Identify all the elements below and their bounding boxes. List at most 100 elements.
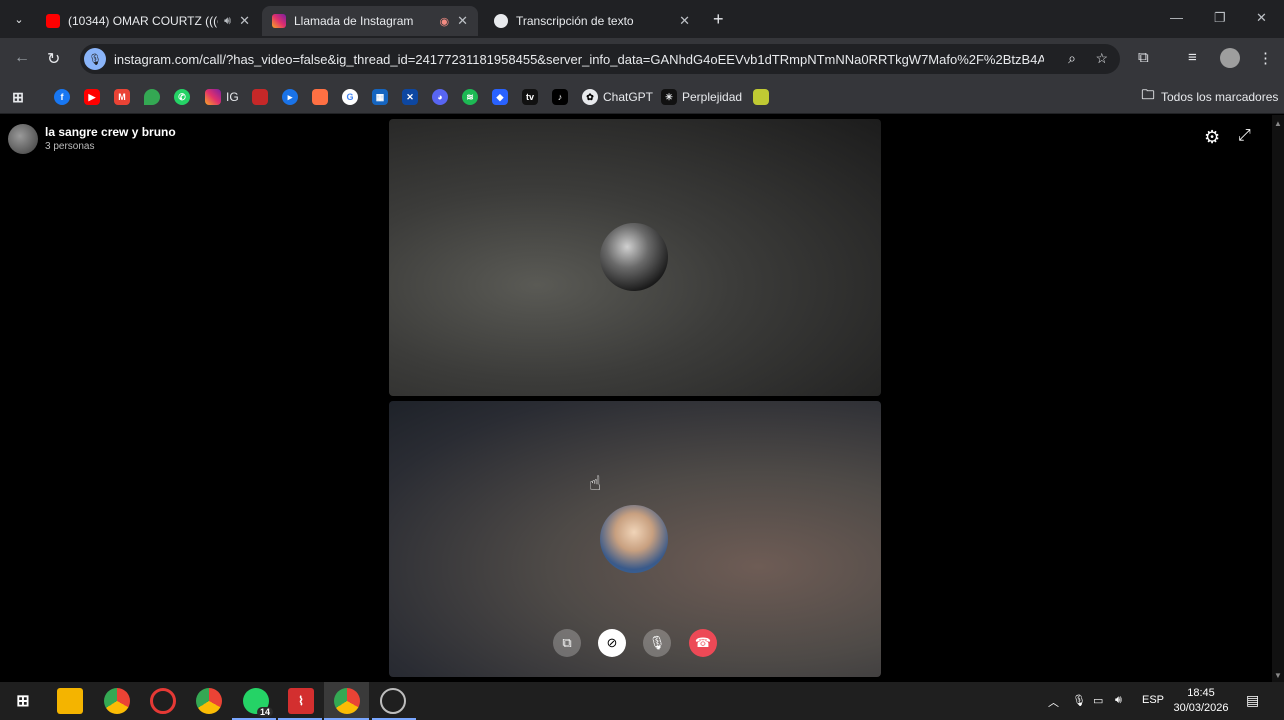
back-icon[interactable]: ← <box>14 49 30 67</box>
new-tab-icon[interactable]: + <box>713 9 724 30</box>
reload-icon[interactable]: ↻ <box>47 49 60 69</box>
end-call-button[interactable]: ☎︎ <box>689 629 717 657</box>
settings-gear-icon[interactable]: ⚙ <box>1204 127 1220 148</box>
all-bookmarks[interactable]: 🗀︎ Todos los marcadores <box>1140 87 1278 107</box>
close-tab-icon[interactable]: ✕ <box>239 13 250 29</box>
acrobat-icon[interactable]: ⌇ <box>288 688 314 714</box>
media-control-icon[interactable]: ≡ <box>1188 49 1197 66</box>
tiktok-icon: ♪ <box>552 89 568 105</box>
chrome-recording-icon[interactable] <box>380 688 406 714</box>
close-tab-icon[interactable]: ✕ <box>679 13 690 29</box>
bookmark-play[interactable]: ▸ <box>282 87 298 107</box>
chatgpt-icon <box>494 14 508 28</box>
bookmark-gmail[interactable]: M <box>114 87 130 107</box>
scrollbar[interactable]: ▲ ▼ <box>1272 115 1284 682</box>
microphone-icon: 🎙︎ <box>648 635 666 650</box>
recording-icon: ◉ <box>439 15 450 28</box>
hand-cursor-icon: ☝︎ <box>589 473 602 495</box>
minimize-icon[interactable]: — <box>1170 10 1183 25</box>
perplexity-icon: ✳ <box>661 89 677 105</box>
profile-avatar[interactable] <box>1220 48 1240 68</box>
close-tab-icon[interactable]: ✕ <box>457 13 468 29</box>
speaker-icon[interactable]: 🔊︎ <box>224 15 231 28</box>
bookmark-star-icon[interactable]: ☆ <box>1095 50 1108 67</box>
bookmark-blue-app[interactable]: ▦ <box>372 87 388 107</box>
menu-kebab-icon[interactable]: ⋮ <box>1258 49 1273 67</box>
notification-badge: 14 <box>256 707 273 717</box>
bookmark-capcut[interactable]: ✕ <box>402 87 418 107</box>
tab-search-button[interactable]: ⌄ <box>8 8 30 30</box>
youtube-icon <box>46 14 60 28</box>
bookmark-chatgpt[interactable]: ✿ ChatGPT <box>582 87 653 107</box>
bookmark-spotify[interactable]: ≋ <box>462 87 478 107</box>
tab-title: Transcripción de texto <box>516 14 634 28</box>
bookmark-image[interactable] <box>753 87 769 107</box>
video-off-icon: ⊘ <box>606 635 618 650</box>
bookmark-label: ChatGPT <box>603 90 654 104</box>
google-icon: G <box>342 89 358 105</box>
tab-youtube[interactable]: (10344) OMAR COURTZ (((c 🔊︎ ✕ <box>36 6 260 36</box>
chrome-active-icon[interactable] <box>334 688 360 714</box>
bookmark-ig[interactable]: IG <box>205 87 239 107</box>
chrome-profile-icon[interactable] <box>196 688 222 714</box>
opera-icon[interactable] <box>150 688 176 714</box>
tray-chevron-up-icon[interactable]: ︿ <box>1048 694 1059 710</box>
volume-icon[interactable]: 🔊︎ <box>1115 694 1122 707</box>
scroll-up-icon[interactable]: ▲ <box>1274 119 1282 128</box>
bookmark-roblox[interactable]: ◆ <box>492 87 508 107</box>
bookmark-tiktok[interactable]: ♪ <box>552 87 568 107</box>
tab-title: (10344) OMAR COURTZ (((c <box>68 14 219 28</box>
tab-transcripcion[interactable]: Transcripción de texto ✕ <box>484 6 700 36</box>
microphone-icon[interactable]: 🎙︎ <box>84 48 106 70</box>
extensions-icon[interactable]: ⧉ <box>1138 49 1149 66</box>
thread-name: la sangre crew y bruno <box>45 125 176 139</box>
bookmark-maps[interactable] <box>144 87 160 107</box>
red-app-icon <box>252 89 268 105</box>
url-text[interactable]: instagram.com/call/?has_video=false&ig_t… <box>114 52 1044 67</box>
bookmarks-bar: ⊞ f ▶ M ✆ IG ▸ G ▦ ✕ ◕ ≋ ◆ tv ♪ ✿ ChatGP… <box>0 80 1284 114</box>
bookmark-youtube[interactable]: ▶ <box>84 87 100 107</box>
zoom-icon[interactable]: ⌕ <box>1068 50 1076 67</box>
bookmark-facebook[interactable]: f <box>54 87 70 107</box>
system-clock[interactable]: 18:45 30/03/2026 <box>1170 686 1232 716</box>
bookmark-tv[interactable]: tv <box>522 87 538 107</box>
bookmark-perplejidad[interactable]: ✳ Perplejidad <box>661 87 742 107</box>
bookmark-whatsapp[interactable]: ✆ <box>174 87 190 107</box>
bookmark-discord[interactable]: ◕ <box>432 87 448 107</box>
hang-up-icon: ☎︎ <box>694 635 712 650</box>
bookmark-google[interactable]: G <box>342 87 358 107</box>
bookmark-orange[interactable] <box>312 87 328 107</box>
chevron-down-icon: ⌄ <box>14 13 24 26</box>
share-screen-button[interactable]: ⧉ <box>553 629 581 657</box>
notifications-icon[interactable]: ▤ <box>1246 692 1259 709</box>
spotify-icon: ≋ <box>462 89 478 105</box>
facebook-icon: f <box>54 89 70 105</box>
scroll-down-icon[interactable]: ▼ <box>1274 671 1282 680</box>
tab-instagram-call[interactable]: Llamada de Instagram ◉ ✕ <box>262 6 478 36</box>
participant-tile-self: ⧉ ⊘ 🎙︎ ☎︎ <box>389 401 881 677</box>
orange-app-icon <box>312 89 328 105</box>
chatgpt-icon: ✿ <box>582 89 598 105</box>
chrome-icon[interactable] <box>104 688 130 714</box>
toggle-video-button[interactable]: ⊘ <box>598 629 626 657</box>
restore-icon[interactable]: ❐ <box>1214 10 1226 26</box>
language-indicator[interactable]: ESP <box>1142 694 1164 706</box>
tab-strip: ⌄ (10344) OMAR COURTZ (((c 🔊︎ ✕ Llamada … <box>0 0 1284 38</box>
whatsapp-icon[interactable]: 14 <box>243 688 273 717</box>
network-icon[interactable]: ▭ <box>1093 694 1103 707</box>
apps-grid-icon[interactable]: ⊞ <box>10 87 26 107</box>
clock-date: 30/03/2026 <box>1173 702 1229 714</box>
bookmark-red[interactable] <box>252 87 268 107</box>
tray-microphone-icon[interactable]: 🎙︎ <box>1072 694 1086 707</box>
address-bar[interactable]: 🎙︎ instagram.com/call/?has_video=false&i… <box>80 44 1120 74</box>
windows-start-icon[interactable]: ⊞ <box>10 688 36 714</box>
close-window-icon[interactable]: ✕ <box>1256 10 1267 26</box>
toggle-mic-button[interactable]: 🎙︎ <box>643 629 671 657</box>
clock-time: 18:45 <box>1187 687 1215 699</box>
bookmark-label: IG <box>226 90 239 104</box>
fullscreen-icon[interactable]: ⤢ <box>1238 127 1251 145</box>
participant-tile <box>389 119 881 396</box>
file-explorer-icon[interactable] <box>57 688 83 714</box>
call-controls: ⧉ ⊘ 🎙︎ ☎︎ <box>389 629 881 659</box>
gmail-icon: M <box>114 89 130 105</box>
